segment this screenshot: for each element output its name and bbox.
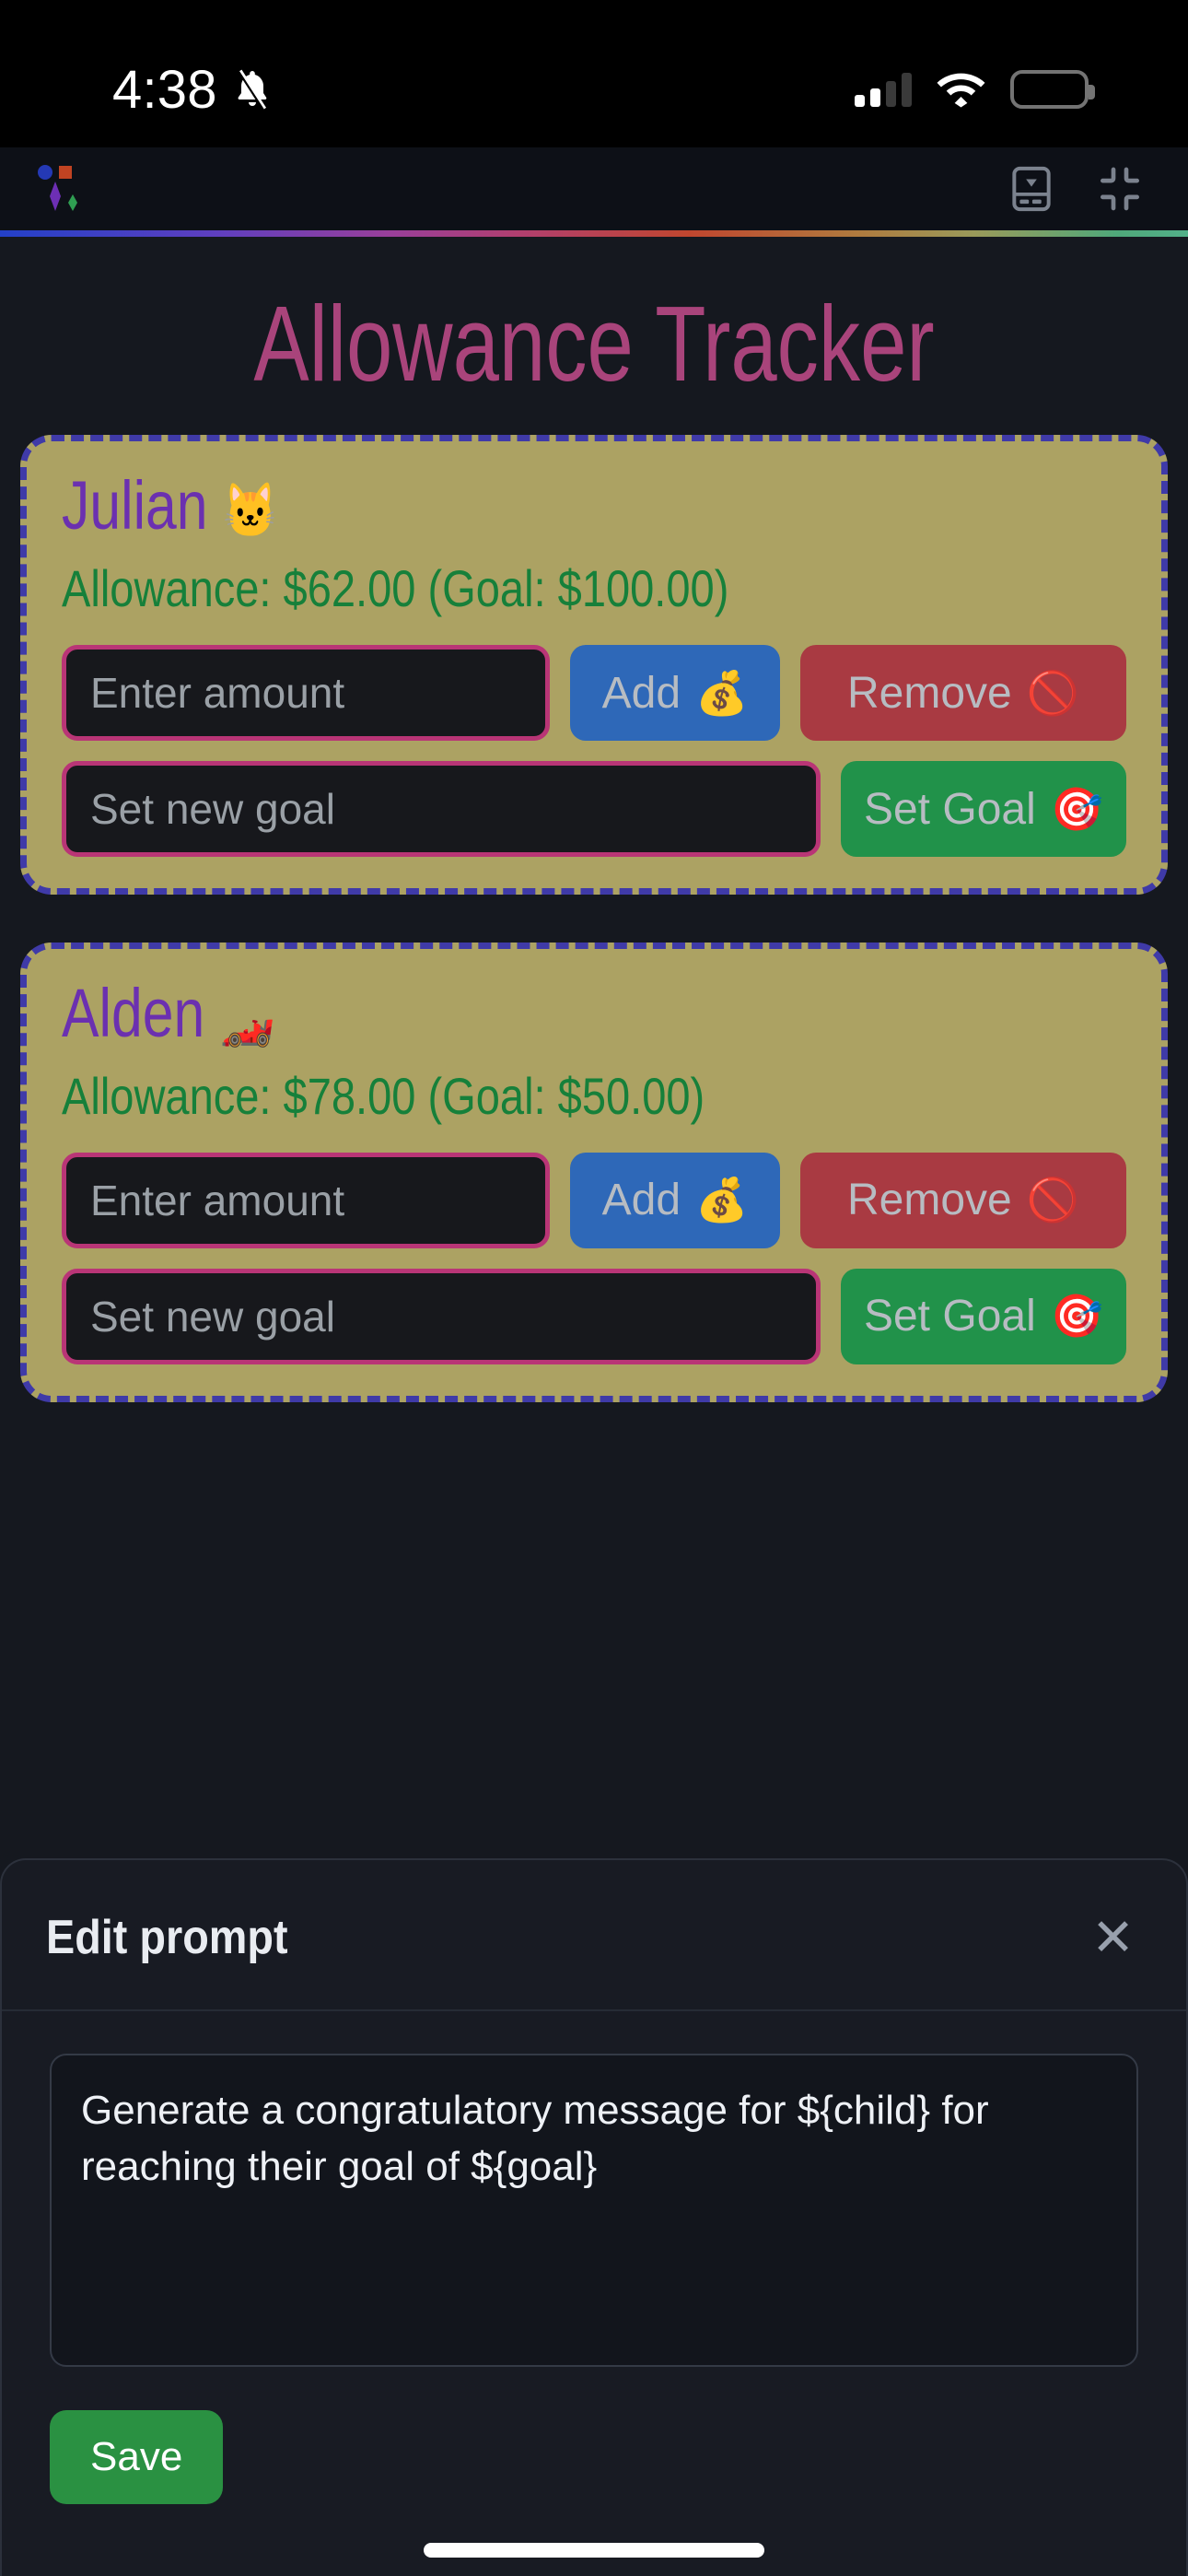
toolbar-actions <box>1006 163 1146 215</box>
bell-off-icon <box>237 69 267 111</box>
sheet-title: Edit prompt <box>46 1911 288 1964</box>
allowance-summary: Allowance: $62.00 (Goal: $100.00) <box>62 559 729 618</box>
add-money-label: Add <box>601 668 681 718</box>
sheet-footer: Save <box>2 2371 1186 2504</box>
target-icon: 🎯 <box>1050 1292 1104 1341</box>
wifi-icon <box>937 73 985 108</box>
phone-screen: 4:38 Allowance Tracker Julian 🐱 Allowanc… <box>0 0 1188 2576</box>
prohibited-icon: 🚫 <box>1026 1176 1079 1224</box>
sheet-body <box>2 2011 1186 2371</box>
battery-icon <box>1010 70 1095 109</box>
goal-input[interactable] <box>62 1268 821 1364</box>
money-bag-icon: 💰 <box>695 668 749 717</box>
target-icon: 🎯 <box>1050 784 1104 833</box>
prompt-textarea[interactable] <box>50 2054 1138 2367</box>
child-card: Alden 🏎️ Allowance: $78.00 (Goal: $50.00… <box>20 943 1168 1402</box>
remove-money-button[interactable]: Remove 🚫 <box>800 1152 1126 1248</box>
status-bar: 4:38 <box>0 0 1188 147</box>
child-name-row: Julian 🐱 <box>62 465 935 547</box>
remove-money-label: Remove <box>846 668 1012 718</box>
status-clock: 4:38 <box>112 59 217 120</box>
app-toolbar <box>0 147 1188 230</box>
cellular-signal-icon <box>855 72 912 107</box>
add-money-button[interactable]: Add 💰 <box>570 1152 780 1248</box>
goal-input[interactable] <box>62 761 821 858</box>
amount-input[interactable] <box>62 645 550 742</box>
amount-input[interactable] <box>62 1152 550 1248</box>
money-bag-icon: 💰 <box>695 1176 749 1224</box>
set-goal-button[interactable]: Set Goal 🎯 <box>841 761 1126 858</box>
amount-row: Add 💰 Remove 🚫 <box>62 645 1126 742</box>
ai-sparkle-logo <box>33 161 87 217</box>
home-indicator <box>424 2543 764 2558</box>
remove-money-button[interactable]: Remove 🚫 <box>800 645 1126 742</box>
add-money-label: Add <box>601 1176 681 1225</box>
add-money-button[interactable]: Add 💰 <box>570 645 780 742</box>
sheet-header: Edit prompt ✕ <box>2 1860 1186 2011</box>
page-title: Allowance Tracker <box>253 284 935 404</box>
accent-gradient-divider <box>0 230 1188 237</box>
allowance-summary: Allowance: $78.00 (Goal: $50.00) <box>62 1066 705 1125</box>
set-goal-label: Set Goal <box>863 784 1036 834</box>
goal-row: Set Goal 🎯 <box>62 1268 1126 1364</box>
child-card: Julian 🐱 Allowance: $62.00 (Goal: $100.0… <box>20 435 1168 896</box>
set-goal-button[interactable]: Set Goal 🎯 <box>841 1268 1126 1364</box>
status-bar-right <box>855 70 1095 109</box>
child-avatar-emoji: 🏎️ <box>220 989 275 1049</box>
edit-prompt-sheet: Edit prompt ✕ Save <box>0 1858 1188 2576</box>
set-goal-label: Set Goal <box>863 1292 1036 1341</box>
child-name: Alden <box>62 975 205 1052</box>
prohibited-icon: 🚫 <box>1026 668 1079 717</box>
child-name: Julian <box>62 467 208 544</box>
close-icon[interactable]: ✕ <box>1091 1912 1135 1963</box>
amount-row: Add 💰 Remove 🚫 <box>62 1152 1126 1248</box>
save-button[interactable]: Save <box>50 2410 224 2504</box>
child-avatar-emoji: 🐱 <box>223 481 278 542</box>
status-bar-left: 4:38 <box>112 59 274 121</box>
remove-money-label: Remove <box>846 1176 1012 1225</box>
child-name-row: Alden 🏎️ <box>62 973 935 1055</box>
form-input-icon[interactable] <box>1006 163 1057 215</box>
goal-row: Set Goal 🎯 <box>62 761 1126 858</box>
collapse-inward-icon[interactable] <box>1094 163 1146 215</box>
